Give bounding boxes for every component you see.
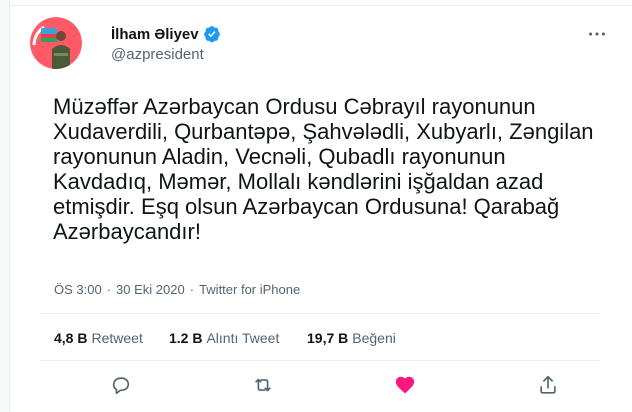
retweet-count-label: Retweet [91, 330, 143, 346]
retweet-icon[interactable] [250, 372, 276, 398]
heart-icon[interactable] [392, 372, 418, 398]
tweet-text-line: etmişdir. Eşq olsun Azərbaycan Ordusuna!… [53, 194, 560, 219]
tweet-text-line: Azərbaycandır! [53, 219, 201, 244]
like-count[interactable]: 19,7 B Beğeni [307, 330, 396, 346]
quote-count-value: 1.2 B [169, 330, 203, 346]
more-dots-icon[interactable] [586, 23, 608, 45]
tweet-actions [0, 372, 632, 402]
author-name[interactable]: İlham Əliyev [111, 26, 199, 43]
retweet-count[interactable]: 4,8 B Retweet [54, 330, 143, 346]
author-handle[interactable]: @azpresident [111, 46, 221, 63]
avatar-image [30, 17, 82, 69]
verified-badge-icon [203, 25, 221, 43]
author-name-row: İlham Əliyev [111, 25, 221, 43]
tweet-text-line: Xudaverdili, Qurbantəpə, Şahvələdli, Xub… [53, 119, 594, 144]
tweet-meta: ÖS 3:00 · 30 Eki 2020 · Twitter for iPhone [54, 282, 300, 297]
share-icon[interactable] [535, 372, 561, 398]
tweet-date[interactable]: 30 Eki 2020 [116, 282, 185, 297]
tweet-text-line: Müzəffər Azərbaycan Ordusu Cəbrayıl rayo… [53, 94, 536, 119]
quote-count-label: Alıntı Tweet [206, 330, 280, 346]
meta-divider [40, 313, 600, 314]
top-divider [10, 5, 632, 6]
like-count-value: 19,7 B [307, 330, 349, 346]
reply-icon[interactable] [108, 372, 134, 398]
tweet-detail-page: İlham Əliyev @azpresident Müzəffər Azərb… [0, 0, 632, 412]
tweet-source[interactable]: Twitter for iPhone [199, 282, 300, 297]
quote-count[interactable]: 1.2 B Alıntı Tweet [169, 330, 279, 346]
retweet-count-value: 4,8 B [54, 330, 88, 346]
left-edge [0, 0, 10, 412]
like-count-label: Beğeni [352, 330, 396, 346]
tweet-header: İlham Əliyev @azpresident [30, 17, 632, 77]
tweet-text-line: rayonunun Aladin, Vecnəli, Qubadlı rayon… [53, 144, 506, 169]
stats-divider [40, 360, 600, 361]
meta-separator: · [106, 282, 112, 297]
tweet-text-line: Kavdadıq, Məmər, Mollalı kəndlərini işğa… [53, 169, 544, 194]
tweet-time[interactable]: ÖS 3:00 [54, 282, 102, 297]
tweet-text: Müzəffər Azərbaycan Ordusu Cəbrayıl rayo… [53, 94, 594, 244]
author-block[interactable]: İlham Əliyev @azpresident [111, 25, 221, 63]
avatar[interactable] [30, 17, 82, 69]
meta-separator: · [189, 282, 195, 297]
